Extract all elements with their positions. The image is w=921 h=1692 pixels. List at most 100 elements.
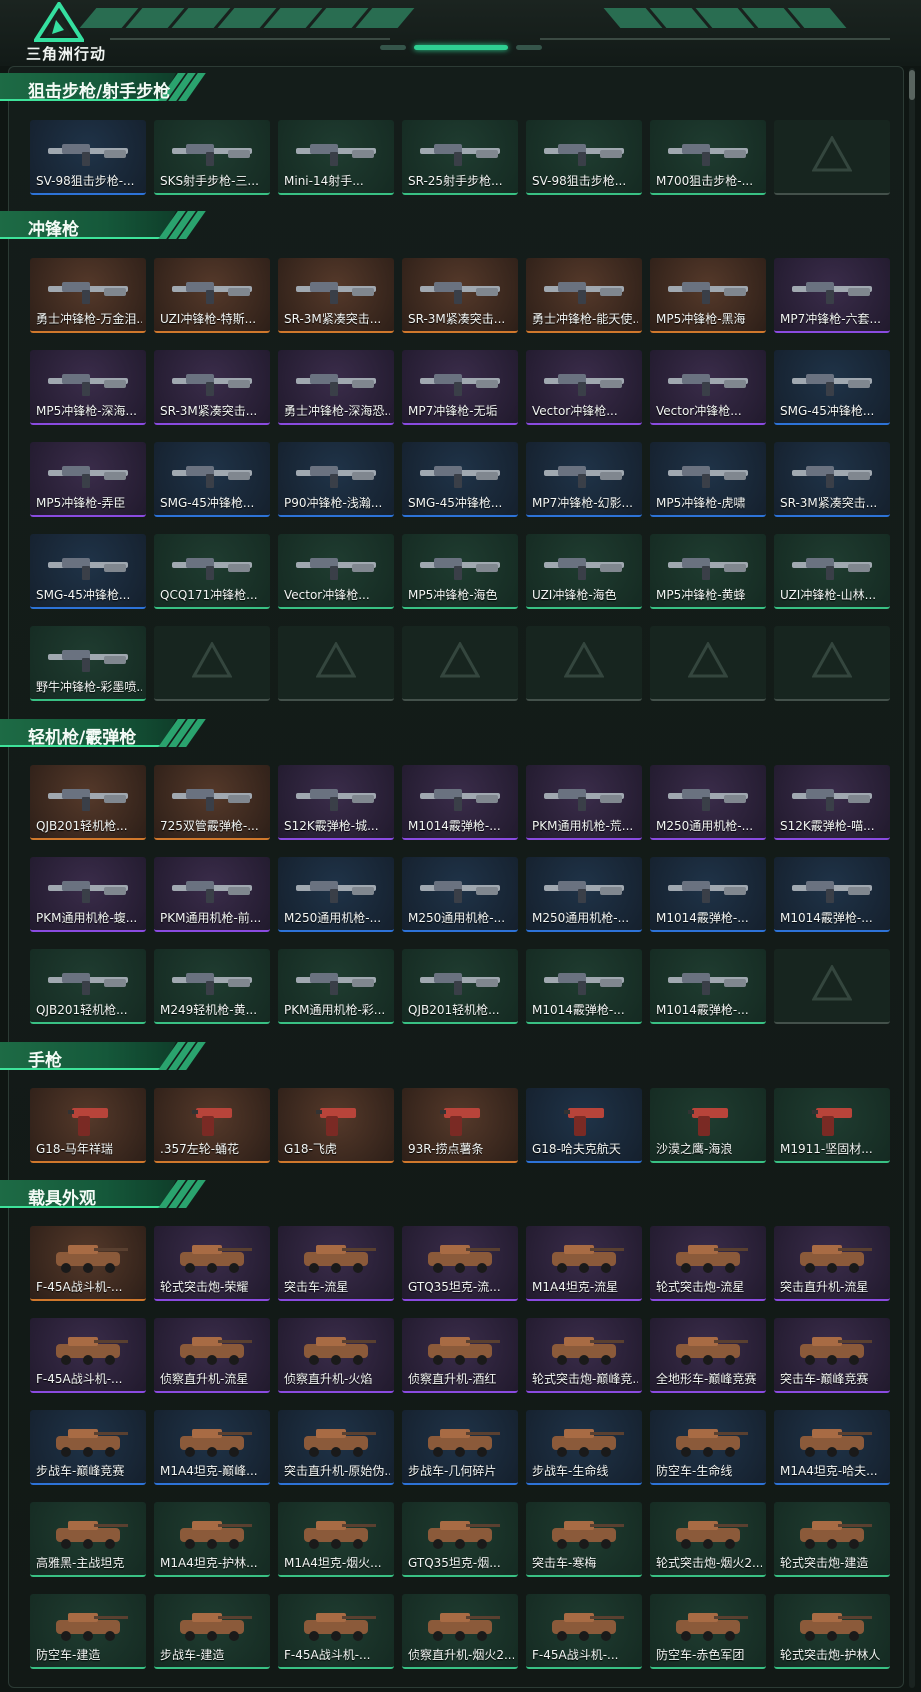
skin-card[interactable]: M1014霰弹枪-... — [650, 857, 766, 932]
skin-card[interactable]: M1014霰弹枪-... — [774, 857, 890, 932]
skin-card[interactable]: M1014霰弹枪-... — [650, 949, 766, 1024]
skin-card[interactable]: 沙漠之鹰-海浪 — [650, 1088, 766, 1163]
skin-card[interactable]: SV-98狙击步枪... — [526, 120, 642, 195]
skin-card[interactable]: GTQ35坦克-烟... — [402, 1502, 518, 1577]
skin-card[interactable]: QJB201轻机枪... — [402, 949, 518, 1024]
skin-card[interactable]: UZI冲锋枪-山林... — [774, 534, 890, 609]
skin-card[interactable]: M1A4坦克-巅峰... — [154, 1410, 270, 1485]
skin-card[interactable]: SR-3M紧凑突击... — [278, 258, 394, 333]
skin-card[interactable]: SMG-45冲锋枪... — [154, 442, 270, 517]
skin-card[interactable]: M250通用机枪-... — [526, 857, 642, 932]
skin-card[interactable]: M1A4坦克-烟火... — [278, 1502, 394, 1577]
skin-card[interactable]: 轮式突击炮-烟火2... — [650, 1502, 766, 1577]
skin-card[interactable]: M250通用机枪-... — [402, 857, 518, 932]
skin-card[interactable]: 全地形车-巅峰竞赛 — [650, 1318, 766, 1393]
skin-card[interactable]: MP5冲锋枪-黄蜂 — [650, 534, 766, 609]
skin-card[interactable]: SKS射手步枪-三... — [154, 120, 270, 195]
skin-card[interactable]: M250通用机枪-... — [650, 765, 766, 840]
skin-card[interactable]: SR-25射手步枪... — [402, 120, 518, 195]
skin-card[interactable]: MP5冲锋枪-黑海 — [650, 258, 766, 333]
weapon-image — [668, 789, 748, 811]
skin-card[interactable]: SMG-45冲锋枪... — [402, 442, 518, 517]
skin-card[interactable]: 突击车-流星 — [278, 1226, 394, 1301]
skin-card[interactable]: SR-3M紧凑突击... — [774, 442, 890, 517]
skin-card[interactable]: 轮式突击炮-巅峰竞... — [526, 1318, 642, 1393]
skin-card[interactable]: QJB201轻机枪... — [30, 765, 146, 840]
skin-card[interactable]: Mini-14射手... — [278, 120, 394, 195]
skin-card[interactable]: MP5冲锋枪-深海... — [30, 350, 146, 425]
skin-card[interactable]: S12K霰弹枪-城... — [278, 765, 394, 840]
skin-card[interactable]: 高雅黑-主战坦克 — [30, 1502, 146, 1577]
skin-card[interactable]: 防空车-生命线 — [650, 1410, 766, 1485]
skin-card[interactable]: 轮式突击炮-护林人 — [774, 1594, 890, 1669]
skin-card[interactable]: 勇士冲锋枪-万金泪... — [30, 258, 146, 333]
skin-card[interactable]: 突击车-巅峰竞赛 — [774, 1318, 890, 1393]
skin-card[interactable]: 轮式突击炮-建造 — [774, 1502, 890, 1577]
skin-card[interactable]: 防空车-赤色军团 — [650, 1594, 766, 1669]
skin-card[interactable]: Vector冲锋枪... — [526, 350, 642, 425]
skin-card[interactable]: F-45A战斗机-... — [30, 1226, 146, 1301]
scrollbar[interactable] — [909, 68, 915, 1688]
skin-card[interactable]: MP5冲锋枪-弄臣 — [30, 442, 146, 517]
skin-card[interactable]: M1014霰弹枪-... — [402, 765, 518, 840]
skin-card[interactable]: UZI冲锋枪-海色 — [526, 534, 642, 609]
skin-card[interactable]: G18-马年祥瑞 — [30, 1088, 146, 1163]
skin-card[interactable]: 步战车-巅峰竞赛 — [30, 1410, 146, 1485]
skin-card[interactable]: SV-98狙击步枪-... — [30, 120, 146, 195]
skin-card[interactable]: M250通用机枪-... — [278, 857, 394, 932]
skin-card[interactable]: SMG-45冲锋枪... — [774, 350, 890, 425]
skin-card[interactable]: SR-3M紧凑突击... — [402, 258, 518, 333]
skin-card[interactable]: G18-飞虎 — [278, 1088, 394, 1163]
skin-card[interactable]: 轮式突击炮-荣耀 — [154, 1226, 270, 1301]
skin-card[interactable]: QCQ171冲锋枪... — [154, 534, 270, 609]
skin-card[interactable]: M700狙击步枪-... — [650, 120, 766, 195]
skin-card[interactable]: .357左轮-蛹花 — [154, 1088, 270, 1163]
skin-card[interactable]: PKM通用机枪-荒... — [526, 765, 642, 840]
skin-card[interactable]: PKM通用机枪-蝮... — [30, 857, 146, 932]
skin-card[interactable]: 勇士冲锋枪-深海恐... — [278, 350, 394, 425]
skin-card[interactable]: 93R-捞点薯条 — [402, 1088, 518, 1163]
skin-card[interactable]: SMG-45冲锋枪... — [30, 534, 146, 609]
skin-card[interactable]: MP7冲锋枪-无垢 — [402, 350, 518, 425]
skin-card[interactable]: GTQ35坦克-流... — [402, 1226, 518, 1301]
skin-card[interactable]: 侦察直升机-流星 — [154, 1318, 270, 1393]
skin-card[interactable]: 突击车-寒梅 — [526, 1502, 642, 1577]
skin-card[interactable]: 野牛冲锋枪-彩墨喷... — [30, 626, 146, 701]
skin-card[interactable]: P90冲锋枪-浅瀚... — [278, 442, 394, 517]
skin-card[interactable]: 轮式突击炮-流星 — [650, 1226, 766, 1301]
skin-card[interactable]: M1014霰弹枪-... — [526, 949, 642, 1024]
skin-card[interactable]: M1A4坦克-哈夫... — [774, 1410, 890, 1485]
skin-card[interactable]: F-45A战斗机-... — [278, 1594, 394, 1669]
skin-card[interactable]: UZI冲锋枪-特斯... — [154, 258, 270, 333]
skin-card[interactable]: 侦察直升机-烟火2... — [402, 1594, 518, 1669]
skin-card[interactable]: F-45A战斗机-... — [30, 1318, 146, 1393]
skin-card[interactable]: 725双管霰弹枪-... — [154, 765, 270, 840]
skin-card[interactable]: M249轻机枪-黄... — [154, 949, 270, 1024]
skin-card[interactable]: MP7冲锋枪-六套... — [774, 258, 890, 333]
skin-card[interactable]: MP5冲锋枪-虎啸 — [650, 442, 766, 517]
skin-card[interactable]: 突击直升机-原始伪... — [278, 1410, 394, 1485]
skin-card[interactable]: F-45A战斗机-... — [526, 1594, 642, 1669]
skin-card[interactable]: PKM通用机枪-彩... — [278, 949, 394, 1024]
skin-card[interactable]: 侦察直升机-火焰 — [278, 1318, 394, 1393]
skin-card[interactable]: MP5冲锋枪-海色 — [402, 534, 518, 609]
skin-card[interactable]: M1A4坦克-流星 — [526, 1226, 642, 1301]
skin-card[interactable]: G18-哈夫克航天 — [526, 1088, 642, 1163]
skin-card[interactable]: Vector冲锋枪... — [278, 534, 394, 609]
skin-card[interactable]: 勇士冲锋枪-能天使... — [526, 258, 642, 333]
skin-card[interactable]: M1911-坚固材... — [774, 1088, 890, 1163]
skin-card[interactable]: S12K霰弹枪-喵... — [774, 765, 890, 840]
skin-card[interactable]: M1A4坦克-护林... — [154, 1502, 270, 1577]
skin-card[interactable]: MP7冲锋枪-幻影... — [526, 442, 642, 517]
skin-card[interactable]: SR-3M紧凑突击... — [154, 350, 270, 425]
skin-card[interactable]: Vector冲锋枪... — [650, 350, 766, 425]
skin-card[interactable]: 步战车-几何碎片 — [402, 1410, 518, 1485]
skin-card[interactable]: 突击直升机-流星 — [774, 1226, 890, 1301]
skin-card[interactable]: 步战车-建造 — [154, 1594, 270, 1669]
skin-card[interactable]: 步战车-生命线 — [526, 1410, 642, 1485]
skin-card[interactable]: 防空车-建造 — [30, 1594, 146, 1669]
skin-card[interactable]: 侦察直升机-酒红 — [402, 1318, 518, 1393]
scrollbar-thumb[interactable] — [909, 70, 915, 100]
skin-card[interactable]: QJB201轻机枪... — [30, 949, 146, 1024]
skin-card[interactable]: PKM通用机枪-前... — [154, 857, 270, 932]
